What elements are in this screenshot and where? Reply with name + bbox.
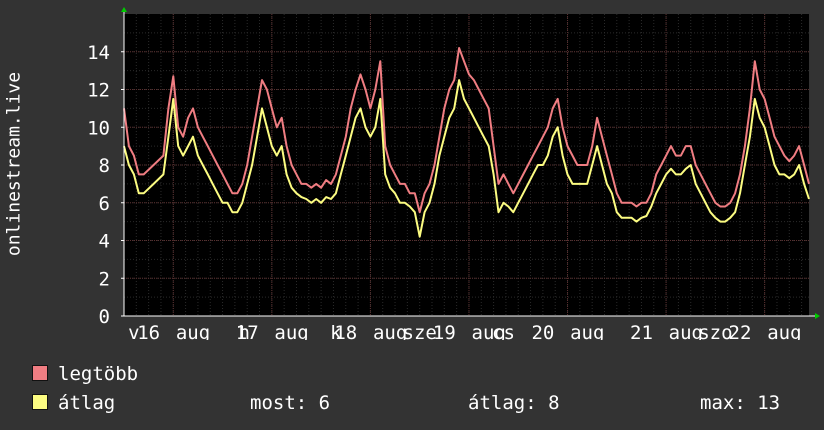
y-axis-label: onlinestream.live: [3, 71, 25, 257]
legend-label-max: legtöbb: [58, 363, 139, 385]
y-tick-label: 0: [99, 306, 110, 328]
y-axis-arrow: [121, 7, 127, 12]
x-tick-label: szo: [698, 322, 732, 340]
x-tick-label: 21: [630, 322, 653, 340]
legend-item-max: legtöbb: [32, 363, 138, 385]
legend-label-avg: átlag: [58, 392, 116, 414]
x-tick-label: aug: [570, 322, 604, 340]
legend-item-avg: átlag: [32, 392, 115, 414]
y-tick-label: 14: [87, 42, 110, 64]
x-tick-label: 16: [137, 322, 160, 340]
x-tick-label: 17: [236, 322, 259, 340]
x-tick-label: 18: [334, 322, 357, 340]
y-tick-label: 2: [99, 268, 110, 290]
stat-now: most: 6: [250, 392, 331, 414]
y-tick-label: 12: [87, 80, 110, 102]
stat-average: átlag: 8: [468, 392, 560, 414]
chart-area: 0 2 4 6 8 10 12 14 v 16 aug h 17 aug k 18 aug sze 19 aug cs 2…: [0, 0, 824, 340]
legend-swatch-avg: [32, 393, 48, 410]
x-tick-label: aug: [767, 322, 801, 340]
x-tick-label: aug: [176, 322, 210, 340]
y-tick-label: 10: [87, 117, 110, 139]
x-tick-label: sze: [403, 322, 437, 340]
x-tick-label: aug: [274, 322, 308, 340]
x-axis-arrow: [815, 313, 820, 319]
x-tick-label: 20: [531, 322, 554, 340]
x-tick-label: cs: [492, 322, 515, 340]
x-tick-label: 19: [433, 322, 456, 340]
y-tick-label: 8: [99, 155, 110, 177]
y-tick-label: 4: [99, 231, 110, 253]
legend-swatch-max: [32, 364, 48, 381]
line-chart: 02468101214v16 aug h17 aug k18 augsze19 augcs 2…: [87, 7, 820, 340]
y-tick-label: 6: [99, 193, 110, 215]
stat-max: max: 13: [700, 392, 781, 414]
x-tick-label: 22: [729, 322, 752, 340]
